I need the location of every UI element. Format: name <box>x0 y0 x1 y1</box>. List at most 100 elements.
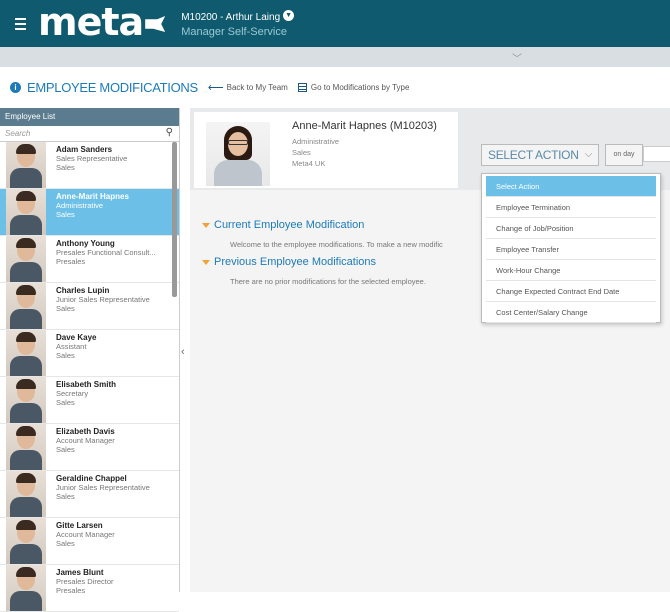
select-action-dropdown[interactable]: SELECT ACTION ⌵ <box>481 144 599 166</box>
employee-list-item[interactable]: Anne-Marit Hapnes Administrative Sales <box>0 189 179 236</box>
employee-dept: Sales <box>56 398 75 407</box>
dropdown-option[interactable]: Change Expected Contract End Date <box>486 281 656 302</box>
avatar <box>6 471 46 517</box>
collapse-triangle-icon <box>202 222 210 228</box>
dropdown-option[interactable]: Work-Hour Change <box>486 260 656 281</box>
employee-list-item[interactable]: Dave Kaye Assistant Sales <box>0 330 179 377</box>
current-modification-text: Welcome to the employee modifications. T… <box>230 240 443 249</box>
scrollbar[interactable] <box>172 142 177 297</box>
employee-photo <box>206 122 270 186</box>
date-input[interactable] <box>643 146 670 162</box>
avatar <box>6 236 46 282</box>
modifications-by-type-link[interactable]: Go to Modifications by Type <box>297 82 410 92</box>
employee-name: Elizabeth Davis <box>56 427 115 436</box>
employee-name: Gitte Larsen <box>56 521 103 530</box>
search-input[interactable]: Search ⚲ <box>0 126 179 142</box>
employee-list-item[interactable]: Elizabeth Davis Account Manager Sales <box>0 424 179 471</box>
employee-title: Presales Functional Consult... <box>56 248 156 257</box>
avatar <box>6 330 46 376</box>
user-role: Manager Self-Service <box>181 25 287 38</box>
header-subbar: ﹀ <box>0 47 670 67</box>
collapse-sidebar-icon[interactable]: ‹ <box>181 346 185 358</box>
employee-info: Elizabeth Davis Account Manager Sales <box>56 424 115 470</box>
employee-dept: Presales <box>56 586 86 595</box>
employee-name: Charles Lupin <box>56 286 110 295</box>
employee-list-item[interactable]: Geraldine Chappel Junior Sales Representa… <box>0 471 179 518</box>
by-type-label: Go to Modifications by Type <box>310 82 410 92</box>
info-icon[interactable]: i <box>10 81 21 93</box>
employee-dept: Sales <box>56 351 75 360</box>
employee-title: Sales Representative <box>56 154 128 163</box>
employee-dept: Sales <box>56 492 75 501</box>
employee-title: Account Manager <box>56 530 115 539</box>
employee-title: Assistant <box>56 342 87 351</box>
dropdown-option[interactable]: Change of Job/Position <box>486 218 656 239</box>
employee-title: Presales Director <box>56 577 114 586</box>
back-to-team-link[interactable]: ⟵ Back to My Team <box>208 81 288 94</box>
employee-list-item[interactable]: Elisabeth Smith Secretary Sales <box>0 377 179 424</box>
employee-list-item[interactable]: Charles Lupin Junior Sales Representative… <box>0 283 179 330</box>
expand-chevron-icon[interactable]: ﹀ <box>512 50 522 65</box>
employee-dept: Presales <box>56 257 86 266</box>
employee-info: Adam Sanders Sales Representative Sales <box>56 142 127 188</box>
collapse-triangle-icon <box>202 259 210 265</box>
employee-list: Adam Sanders Sales Representative Sales Ann… <box>0 142 179 612</box>
employee-card-details: Administrative Sales Meta4 UK <box>292 136 339 169</box>
employee-card-role: Administrative <box>292 137 340 146</box>
dropdown-option[interactable]: Employee Termination <box>486 197 656 218</box>
employee-title: Administrative <box>56 201 104 210</box>
search-placeholder: Search <box>5 129 31 138</box>
action-dropdown-menu: Select Action Employee Termination Change … <box>481 173 661 323</box>
employee-info: James Blunt Presales Director Presales <box>56 565 114 611</box>
back-arrow-icon: ⟵ <box>207 81 224 94</box>
employee-info: Anne-Marit Hapnes Administrative Sales <box>56 189 129 235</box>
employee-dept: Sales <box>56 163 75 172</box>
employee-name: Dave Kaye <box>56 333 97 342</box>
avatar <box>6 283 46 329</box>
avatar <box>6 377 46 423</box>
employee-dept: Sales <box>56 210 75 219</box>
employee-dept: Sales <box>56 539 75 548</box>
user-name: M10200 - Arthur Laing <box>181 11 281 23</box>
avatar <box>6 142 46 188</box>
employee-card-name: Anne-Marit Hapnes (M10203) <box>292 120 437 132</box>
employee-title: Junior Sales Representative <box>56 295 150 304</box>
employee-name: Anthony Young <box>56 239 115 248</box>
previous-modifications-header[interactable]: Previous Employee Modifications <box>202 256 376 268</box>
user-menu[interactable]: M10200 - Arthur Laing ▼ Manager Self-Serv… <box>181 9 295 39</box>
employee-info: Elisabeth Smith Secretary Sales <box>56 377 116 423</box>
employee-info: Geraldine Chappel Junior Sales Representa… <box>56 471 150 517</box>
employee-name: Elisabeth Smith <box>56 380 117 389</box>
avatar <box>6 424 46 470</box>
previous-modifications-text: There are no prior modifications for the… <box>230 277 426 286</box>
employee-name: Geraldine Chappel <box>56 474 127 483</box>
employee-list-item[interactable]: Anthony Young Presales Functional Consult… <box>0 236 179 283</box>
dropdown-option[interactable]: Employee Transfer <box>486 239 656 260</box>
employee-info: Anthony Young Presales Functional Consult… <box>56 236 156 282</box>
select-action-label: SELECT ACTION <box>488 148 579 162</box>
employee-list-item[interactable]: Gitte Larsen Account Manager Sales <box>0 518 179 565</box>
employee-card-dept: Sales <box>292 148 311 157</box>
menu-icon[interactable] <box>8 0 32 47</box>
app-logo[interactable]: meta <box>38 0 166 44</box>
employee-list-item[interactable]: James Blunt Presales Director Presales <box>0 565 179 612</box>
dropdown-option[interactable]: Select Action <box>486 176 656 197</box>
current-modification-header[interactable]: Current Employee Modification <box>202 219 364 231</box>
dropdown-option[interactable]: Cost Center/Salary Change <box>486 302 656 323</box>
employee-name: Adam Sanders <box>56 145 113 154</box>
avatar <box>6 518 46 564</box>
employee-list-panel: Employee List Search ⚲ Adam Sanders Sales… <box>0 108 180 612</box>
search-icon[interactable]: ⚲ <box>166 127 173 138</box>
employee-title: Junior Sales Representative <box>56 483 150 492</box>
list-icon <box>297 82 307 92</box>
employee-list-item[interactable]: Adam Sanders Sales Representative Sales <box>0 142 179 189</box>
employee-list-title: Employee List <box>0 108 179 126</box>
employee-dept: Sales <box>56 445 75 454</box>
employee-card-company: Meta4 UK <box>292 159 326 168</box>
employee-info: Charles Lupin Junior Sales Representative… <box>56 283 150 329</box>
logo-mark-icon <box>145 16 166 32</box>
chevron-down-icon: ⌵ <box>584 149 593 160</box>
chevron-down-icon[interactable]: ▼ <box>283 9 295 21</box>
employee-info: Dave Kaye Assistant Sales <box>56 330 96 376</box>
employee-info: Gitte Larsen Account Manager Sales <box>56 518 115 564</box>
